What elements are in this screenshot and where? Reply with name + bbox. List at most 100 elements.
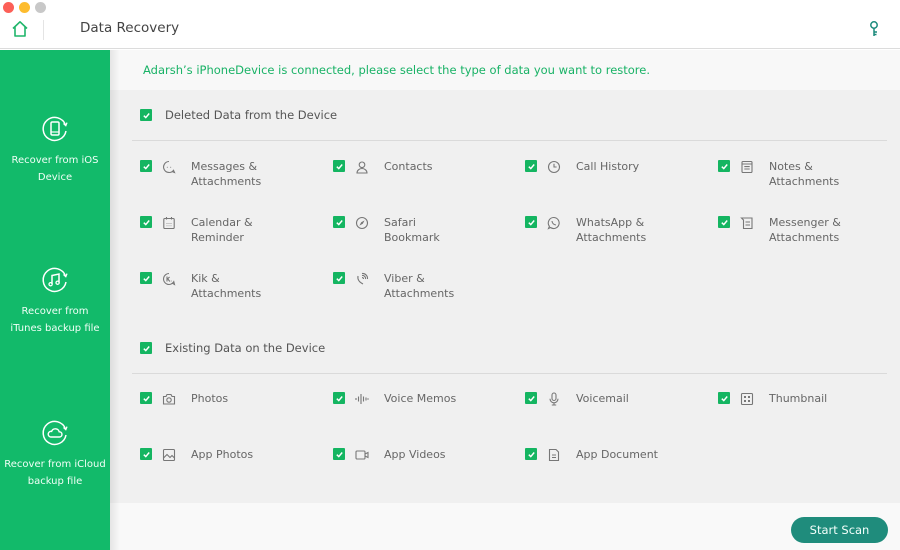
phone-refresh-icon bbox=[40, 114, 70, 144]
calendar-icon bbox=[162, 215, 176, 230]
thumbnail-grid-icon bbox=[740, 391, 754, 406]
option-label: Photos bbox=[191, 391, 281, 406]
sidebar-item-ios-device[interactable]: Recover from iOS Device bbox=[0, 114, 110, 186]
title-bar: Data Recovery bbox=[0, 0, 900, 49]
checkbox-checked-icon[interactable] bbox=[140, 448, 152, 460]
checkbox-checked-icon[interactable] bbox=[333, 272, 345, 284]
option-app-photos[interactable]: App Photos bbox=[140, 447, 281, 462]
sidebar-shadow bbox=[110, 50, 120, 550]
option-label-line: Viber & bbox=[384, 272, 425, 285]
option-label-line: Calendar & bbox=[191, 216, 253, 229]
option-label-line: App Photos bbox=[191, 448, 254, 461]
window-minimize-button[interactable] bbox=[19, 2, 30, 13]
checkbox-checked-icon[interactable] bbox=[140, 272, 152, 284]
whatsapp-icon bbox=[547, 215, 561, 230]
checkbox-checked-icon[interactable] bbox=[140, 342, 152, 354]
option-label: Safari Bookmark bbox=[384, 215, 474, 245]
option-safari-bookmark[interactable]: Safari Bookmark bbox=[333, 215, 474, 245]
option-label: WhatsApp & Attachments bbox=[576, 215, 666, 245]
option-app-videos[interactable]: App Videos bbox=[333, 447, 474, 462]
option-call-history[interactable]: Call History bbox=[525, 159, 666, 174]
messenger-icon bbox=[740, 215, 754, 230]
section-existing-data-checkbox[interactable]: Existing Data on the Device bbox=[140, 341, 325, 355]
video-icon bbox=[355, 447, 369, 461]
option-viber-attachments[interactable]: Viber & Attachments bbox=[333, 271, 474, 301]
option-label: App Photos bbox=[191, 447, 281, 462]
checkbox-checked-icon[interactable] bbox=[333, 392, 345, 404]
kik-icon bbox=[162, 271, 176, 286]
checkbox-checked-icon[interactable] bbox=[140, 109, 152, 121]
option-calendar-reminder[interactable]: Calendar & Reminder bbox=[140, 215, 281, 245]
option-thumbnail[interactable]: Thumbnail bbox=[718, 391, 859, 406]
option-label-line: Attachments bbox=[576, 231, 647, 244]
checkbox-checked-icon[interactable] bbox=[140, 216, 152, 228]
option-label-line: Notes & bbox=[769, 160, 813, 173]
viber-icon bbox=[355, 271, 369, 285]
option-label-line: Attachments bbox=[191, 175, 262, 188]
option-contacts[interactable]: Contacts bbox=[333, 159, 474, 174]
option-label-line: Photos bbox=[191, 392, 229, 405]
sidebar-item-itunes-backup[interactable]: Recover from iTunes backup file bbox=[0, 265, 110, 337]
contact-icon bbox=[355, 159, 369, 174]
home-icon[interactable] bbox=[10, 19, 30, 39]
window-maximize-button[interactable] bbox=[35, 2, 46, 13]
checkbox-checked-icon[interactable] bbox=[140, 392, 152, 404]
option-label: Call History bbox=[576, 159, 666, 174]
checkbox-checked-icon[interactable] bbox=[718, 392, 730, 404]
sidebar-item-label: backup file bbox=[27, 476, 83, 487]
waveform-icon bbox=[355, 391, 369, 405]
option-app-document[interactable]: App Document bbox=[525, 447, 666, 462]
option-kik-attachments[interactable]: Kik & Attachments bbox=[140, 271, 281, 301]
option-label-line: Attachments bbox=[769, 231, 840, 244]
window-close-button[interactable] bbox=[3, 2, 14, 13]
music-refresh-icon bbox=[40, 265, 70, 295]
sidebar-item-label: Recover from iOS bbox=[11, 155, 99, 166]
option-label-line: App Videos bbox=[384, 448, 446, 461]
key-icon[interactable] bbox=[867, 20, 881, 38]
option-messenger-attachments[interactable]: Messenger & Attachments bbox=[718, 215, 859, 245]
checkbox-checked-icon[interactable] bbox=[525, 392, 537, 404]
option-messages-attachments[interactable]: Messages & Attachments bbox=[140, 159, 281, 189]
option-photos[interactable]: Photos bbox=[140, 391, 281, 406]
option-label: Contacts bbox=[384, 159, 474, 174]
bottom-bar: Start Scan bbox=[110, 503, 900, 550]
checkbox-checked-icon[interactable] bbox=[140, 160, 152, 172]
image-icon bbox=[162, 447, 176, 462]
option-label-line: Call History bbox=[576, 160, 640, 173]
notice-bar: Adarsh’s iPhoneDevice is connected, plea… bbox=[110, 50, 900, 90]
option-label: Calendar & Reminder bbox=[191, 215, 281, 245]
section-divider bbox=[132, 140, 887, 141]
clock-icon bbox=[547, 159, 561, 174]
option-label: Voicemail bbox=[576, 391, 666, 406]
option-label: Notes & Attachments bbox=[769, 159, 859, 189]
sidebar-item-icloud-backup[interactable]: Recover from iCloud backup file bbox=[0, 418, 110, 490]
option-label: Messages & Attachments bbox=[191, 159, 281, 189]
option-label-line: Safari Bookmark bbox=[384, 216, 440, 244]
option-voice-memos[interactable]: Voice Memos bbox=[333, 391, 474, 406]
start-scan-button[interactable]: Start Scan bbox=[791, 517, 888, 543]
cloud-refresh-icon bbox=[40, 418, 70, 448]
title-divider bbox=[43, 20, 44, 40]
microphone-icon bbox=[547, 391, 561, 406]
section-title: Deleted Data from the Device bbox=[165, 108, 338, 122]
option-whatsapp-attachments[interactable]: WhatsApp & Attachments bbox=[525, 215, 666, 245]
section-deleted-data-checkbox[interactable]: Deleted Data from the Device bbox=[140, 108, 337, 122]
checkbox-checked-icon[interactable] bbox=[525, 160, 537, 172]
section-divider bbox=[132, 373, 887, 374]
option-label-line: Attachments bbox=[769, 175, 840, 188]
option-label-line: Reminder bbox=[191, 231, 244, 244]
option-label-line: Voicemail bbox=[576, 392, 629, 405]
option-label-line: Messenger & bbox=[769, 216, 841, 229]
checkbox-checked-icon[interactable] bbox=[333, 160, 345, 172]
checkbox-checked-icon[interactable] bbox=[333, 216, 345, 228]
checkbox-checked-icon[interactable] bbox=[718, 216, 730, 228]
option-label-line: App Document bbox=[576, 448, 658, 461]
checkbox-checked-icon[interactable] bbox=[525, 448, 537, 460]
checkbox-checked-icon[interactable] bbox=[333, 448, 345, 460]
section-title: Existing Data on the Device bbox=[165, 341, 326, 355]
document-icon bbox=[547, 447, 561, 462]
checkbox-checked-icon[interactable] bbox=[718, 160, 730, 172]
option-notes-attachments[interactable]: Notes & Attachments bbox=[718, 159, 859, 189]
checkbox-checked-icon[interactable] bbox=[525, 216, 537, 228]
option-voicemail[interactable]: Voicemail bbox=[525, 391, 666, 406]
